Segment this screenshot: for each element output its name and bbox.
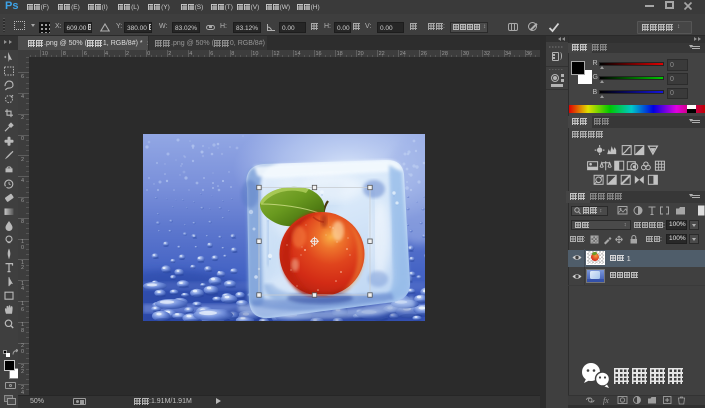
svg-text:fx: fx (603, 396, 609, 405)
